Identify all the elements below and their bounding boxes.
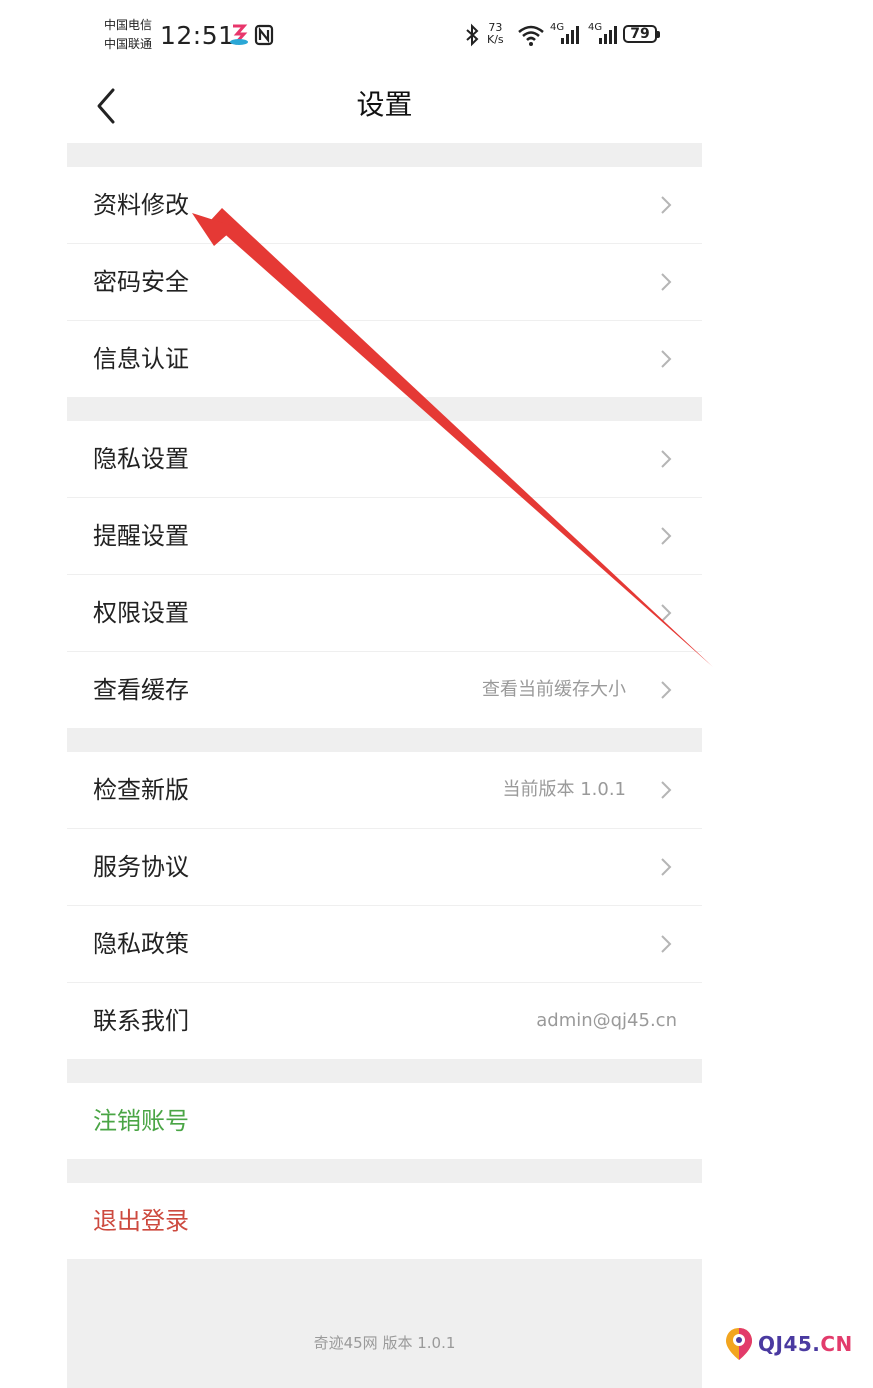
carrier-2: 中国联通 [104, 37, 153, 51]
nav-header: 设置 [67, 70, 702, 143]
location-pin-logo-icon [726, 1328, 752, 1360]
section-divider [67, 143, 702, 167]
chevron-right-icon [661, 781, 672, 799]
chevron-right-icon [661, 604, 672, 622]
item-label: 隐私政策 [93, 930, 189, 958]
app-version-text: 奇迹45网 版本 1.0.1 [313, 1334, 456, 1352]
nfc-icon [253, 22, 275, 48]
chevron-right-icon [661, 273, 672, 291]
profile-edit-item[interactable]: 资料修改 [67, 167, 702, 243]
item-label: 注销账号 [93, 1107, 189, 1135]
clock: 12:51 [160, 21, 235, 50]
item-label: 退出登录 [93, 1207, 189, 1235]
wifi-icon [517, 22, 545, 48]
privacy-policy-item[interactable]: 隐私政策 [67, 905, 702, 982]
carrier-1: 中国电信 [104, 18, 153, 32]
section-divider [67, 397, 702, 421]
chevron-right-icon [661, 196, 672, 214]
privacy-settings-item[interactable]: 隐私设置 [67, 421, 702, 497]
item-label: 信息认证 [93, 345, 189, 373]
delete-account-button[interactable]: 注销账号 [67, 1083, 702, 1159]
bluetooth-icon [462, 22, 482, 48]
item-label: 权限设置 [93, 599, 189, 627]
section-divider [67, 1159, 702, 1183]
item-label: 查看缓存 [93, 676, 189, 704]
reminder-settings-item[interactable]: 提醒设置 [67, 497, 702, 574]
current-version: 当前版本 1.0.1 [502, 779, 626, 800]
site-watermark: QJ45.CN [724, 1326, 853, 1362]
settings-list: 资料修改 密码安全 信息认证 隐私设置 提醒设置 权限设置 查看缓存 查看当前缓… [67, 143, 702, 1388]
chevron-right-icon [661, 450, 672, 468]
logout-button[interactable]: 退出登录 [67, 1183, 702, 1259]
item-label: 服务协议 [93, 853, 189, 881]
item-label: 提醒设置 [93, 522, 189, 550]
signal-icon-2 [598, 22, 618, 48]
chevron-right-icon [661, 681, 672, 699]
check-update-item[interactable]: 检查新版 当前版本 1.0.1 [67, 752, 702, 828]
permission-settings-item[interactable]: 权限设置 [67, 574, 702, 651]
chevron-right-icon [661, 527, 672, 545]
cache-size-hint: 查看当前缓存大小 [482, 679, 626, 700]
item-label: 隐私设置 [93, 445, 189, 473]
carrier-names: 中国电信 中国联通 [104, 16, 152, 54]
page-title: 设置 [356, 88, 413, 121]
watermark-text: QJ45.CN [758, 1332, 853, 1356]
network-speed: 73 K/s [487, 21, 504, 46]
item-label: 密码安全 [93, 268, 189, 296]
password-security-item[interactable]: 密码安全 [67, 243, 702, 320]
info-verification-item[interactable]: 信息认证 [67, 320, 702, 397]
view-cache-item[interactable]: 查看缓存 查看当前缓存大小 [67, 651, 702, 728]
service-agreement-item[interactable]: 服务协议 [67, 828, 702, 905]
battery-indicator: 79 [623, 25, 660, 43]
item-label: 检查新版 [93, 776, 189, 804]
footer: 奇迹45网 版本 1.0.1 [67, 1259, 702, 1388]
app-notification-icon [228, 22, 250, 48]
section-divider [67, 1059, 702, 1083]
item-label: 资料修改 [93, 191, 189, 219]
item-label: 联系我们 [93, 1007, 189, 1035]
section-divider [67, 728, 702, 752]
contact-email: admin@qj45.cn [536, 1010, 677, 1031]
chevron-right-icon [661, 935, 672, 953]
chevron-right-icon [661, 350, 672, 368]
contact-us-item[interactable]: 联系我们 admin@qj45.cn [67, 982, 702, 1059]
status-bar: 中国电信 中国联通 12:51 73 K/s 4G 4G 79 [0, 0, 873, 70]
signal-icon-1 [560, 22, 580, 48]
chevron-right-icon [661, 858, 672, 876]
